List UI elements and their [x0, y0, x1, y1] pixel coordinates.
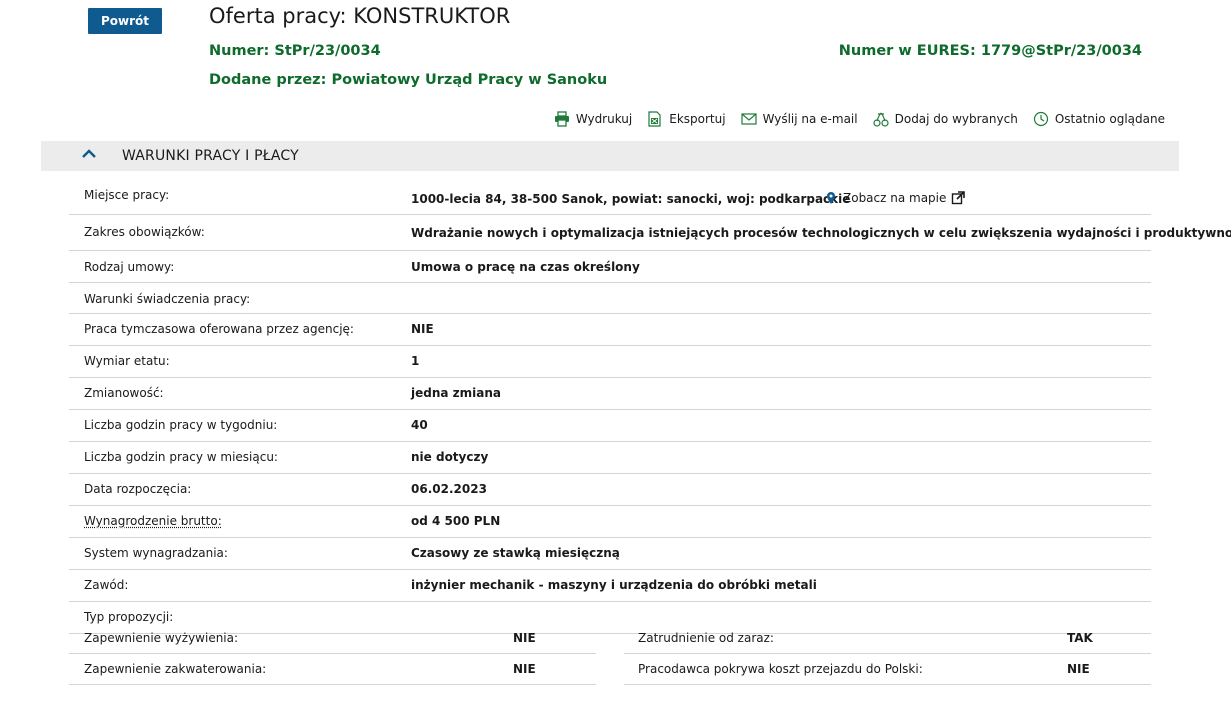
email-label: Wyślij na e-mail: [762, 112, 858, 126]
envelope-icon: [740, 111, 757, 127]
row-value: Czasowy ze stawką miesięczną: [411, 546, 620, 560]
recent-action[interactable]: Ostatnio oglądane: [1033, 111, 1165, 127]
back-button[interactable]: Powrót: [88, 8, 162, 34]
row-value: jedna zmiana: [411, 386, 501, 400]
eures-number: Numer w EURES: 1779@StPr/23/0034: [839, 43, 1142, 59]
row-label: Warunki świadczenia pracy:: [84, 292, 251, 306]
table-row: Liczba godzin pracy w miesiącu: nie doty…: [69, 442, 1151, 474]
row-value: 1000-lecia 84, 38-500 Sanok, powiat: san…: [411, 192, 851, 206]
map-pin-icon: [824, 191, 838, 205]
row-value: NIE: [1067, 662, 1090, 676]
row-label: Data rozpoczęcia:: [84, 482, 192, 496]
row-label: Pracodawca pokrywa koszt przejazdu do Po…: [638, 662, 923, 676]
printer-icon: [554, 111, 570, 127]
paired-cell-right: Pracodawca pokrywa koszt przejazdu do Po…: [624, 654, 1151, 685]
row-value: od 4 500 PLN: [411, 514, 501, 528]
salary-label-tooltip[interactable]: Wynagrodzenie brutto:: [84, 514, 222, 528]
table-row: Zmianowość: jedna zmiana: [69, 378, 1151, 410]
row-label: Zakres obowiązków:: [84, 225, 205, 239]
details-table: Miejsce pracy: 1000-lecia 84, 38-500 San…: [69, 180, 1231, 634]
row-label: Miejsce pracy:: [84, 188, 170, 202]
row-label: Typ propozycji:: [84, 610, 174, 624]
row-label: Zapewnienie wyżywienia:: [84, 631, 239, 645]
row-value: NIE: [513, 631, 536, 645]
offer-number-label: Numer:: [209, 43, 270, 59]
export-label: Eksportuj: [669, 112, 726, 126]
favorite-label: Dodaj do wybranych: [894, 112, 1018, 126]
added-by-label: Dodane przez:: [209, 72, 327, 88]
table-row: Miejsce pracy: 1000-lecia 84, 38-500 San…: [69, 180, 1151, 215]
eures-number-label: Numer w EURES:: [838, 43, 976, 59]
job-offer-page: Powrót Oferta pracy: KONSTRUKTOR Numer: …: [0, 0, 1231, 720]
table-row: Data rozpoczęcia: 06.02.2023: [69, 474, 1151, 506]
row-label: System wynagradzania:: [84, 546, 228, 560]
clock-icon: [1033, 111, 1049, 127]
row-label: Zapewnienie zakwaterowania:: [84, 662, 267, 676]
row-value: Umowa o pracę na czas określony: [411, 260, 640, 274]
table-row: Wymiar etatu: 1: [69, 346, 1151, 378]
row-label: Wymiar etatu:: [84, 354, 170, 368]
row-value: 40: [411, 418, 428, 432]
row-value: NIE: [513, 662, 536, 676]
action-toolbar: Wydrukuj Eksportuj Wyślij na e-mail Doda…: [554, 111, 1165, 127]
row-value: nie dotyczy: [411, 450, 489, 464]
table-row: Warunki świadczenia pracy:: [69, 283, 1151, 314]
table-row: Zawód: inżynier mechanik - maszyny i urz…: [69, 570, 1151, 602]
table-row: Wynagrodzenie brutto: od 4 500 PLN: [69, 506, 1151, 538]
table-row: Zakres obowiązków: Wdrażanie nowych i op…: [69, 215, 1231, 251]
row-label: Rodzaj umowy:: [84, 260, 175, 274]
cherries-icon: [873, 111, 889, 127]
chevron-up-icon: [41, 146, 97, 166]
external-link-icon: [951, 191, 966, 205]
export-icon: [647, 111, 663, 127]
added-by: Dodane przez: Powiatowy Urząd Pracy w Sa…: [209, 72, 607, 88]
recent-label: Ostatnio oglądane: [1054, 112, 1165, 126]
table-row: Liczba godzin pracy w tygodniu: 40: [69, 410, 1151, 442]
favorite-action[interactable]: Dodaj do wybranych: [873, 111, 1018, 127]
map-link[interactable]: Zobacz na mapie: [824, 191, 966, 205]
section-title: WARUNKI PRACY I PŁACY: [122, 148, 299, 164]
paired-cell-left: Zapewnienie zakwaterowania: NIE: [69, 654, 596, 685]
added-by-value: Powiatowy Urząd Pracy w Sanoku: [331, 72, 608, 88]
export-action[interactable]: Eksportuj: [647, 111, 726, 127]
row-value: NIE: [411, 322, 434, 336]
offer-number-value: StPr/23/0034: [274, 43, 381, 59]
eures-number-value: 1779@StPr/23/0034: [980, 43, 1142, 59]
row-label: Liczba godzin pracy w miesiącu:: [84, 450, 278, 464]
row-label: Zawód:: [84, 578, 129, 592]
paired-cell-right: Zatrudnienie od zaraz: TAK: [624, 623, 1151, 654]
paired-cell-left: Zapewnienie wyżywienia: NIE: [69, 623, 596, 654]
row-label: Praca tymczasowa oferowana przez agencję…: [84, 322, 354, 336]
row-value: Wdrażanie nowych i optymalizacja istniej…: [411, 226, 1231, 240]
row-label: Zatrudnienie od zaraz:: [638, 631, 774, 645]
row-value: inżynier mechanik - maszyny i urządzenia…: [411, 578, 817, 592]
row-value: 1: [411, 354, 420, 368]
table-row: System wynagradzania: Czasowy ze stawką …: [69, 538, 1151, 570]
row-label: Liczba godzin pracy w tygodniu:: [84, 418, 278, 432]
paired-row: Zapewnienie zakwaterowania: NIE Pracodaw…: [69, 654, 1151, 685]
map-link-label: Zobacz na mapie: [843, 191, 947, 205]
section-header-toggle[interactable]: WARUNKI PRACY I PŁACY: [41, 141, 1179, 171]
print-action[interactable]: Wydrukuj: [554, 111, 632, 127]
row-value: TAK: [1067, 631, 1093, 645]
table-row: Praca tymczasowa oferowana przez agencję…: [69, 314, 1151, 346]
row-label: Zmianowość:: [84, 386, 164, 400]
table-row: Rodzaj umowy: Umowa o pracę na czas okre…: [69, 251, 1151, 283]
paired-row: Zapewnienie wyżywienia: NIE Zatrudnienie…: [69, 623, 1151, 654]
row-value: 06.02.2023: [411, 482, 487, 496]
email-action[interactable]: Wyślij na e-mail: [740, 111, 858, 127]
offer-number: Numer: StPr/23/0034: [209, 43, 381, 59]
print-label: Wydrukuj: [575, 112, 633, 126]
page-title: Oferta pracy: KONSTRUKTOR: [209, 4, 511, 28]
